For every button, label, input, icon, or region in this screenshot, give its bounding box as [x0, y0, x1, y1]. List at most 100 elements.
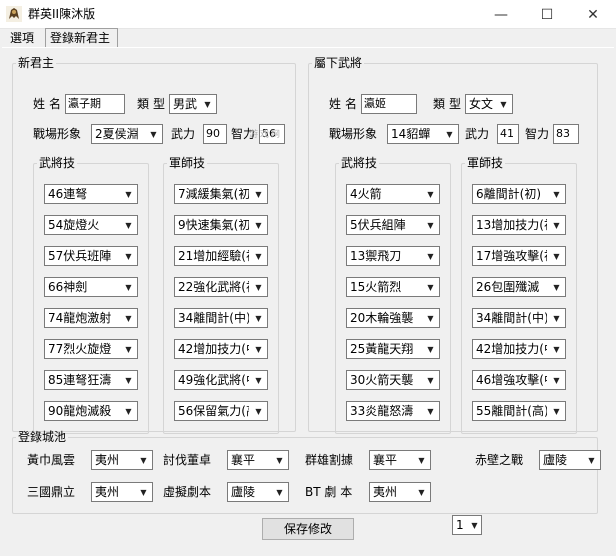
- sub-tactic-skill-select-3[interactable]: 17增強攻擊(初) ▼: [472, 246, 566, 266]
- page-select[interactable]: 1 ▼: [452, 515, 482, 535]
- city-label: BT 劇 本: [305, 485, 353, 499]
- save-button[interactable]: 保存修改: [262, 518, 354, 540]
- sub-martial-skill-select-7[interactable]: 30火箭天襲 ▼: [346, 370, 440, 390]
- city-select-value: 廬陵: [543, 453, 568, 467]
- lord-strength-input[interactable]: 90: [203, 124, 227, 144]
- chevron-down-icon: ▼: [500, 99, 507, 109]
- lord-tactic-skill-select-3[interactable]: 21增加經驗(初) ▼: [174, 246, 268, 266]
- sub-martial-skill-select-5[interactable]: 20木輪強襲 ▼: [346, 308, 440, 328]
- chevron-down-icon: ▼: [125, 189, 132, 199]
- minimize-button[interactable]: —: [478, 0, 524, 29]
- lord-martial-skill-select-4[interactable]: 66神劍 ▼: [44, 277, 138, 297]
- tab-register-lord[interactable]: 登錄新君主: [45, 28, 118, 47]
- sub-image-label: 戰場形象: [329, 127, 378, 141]
- chevron-down-icon: ▼: [427, 344, 434, 354]
- lord-tactic-skill-select-7[interactable]: 49強化武將(中) ▼: [174, 370, 268, 390]
- chevron-down-icon: ▼: [255, 220, 262, 230]
- lord-martial-skill-select-3[interactable]: 57伏兵班陣 ▼: [44, 246, 138, 266]
- page-select-value: 1: [456, 518, 464, 532]
- sub-intellect-input[interactable]: 83: [553, 124, 579, 144]
- sub-tactic-skill-select-7[interactable]: 46增強攻擊(中) ▼: [472, 370, 566, 390]
- sub-martial-skill-select-4-value: 15火箭烈: [350, 280, 402, 294]
- cities-group-title: 登錄城池: [18, 430, 67, 444]
- lord-martial-skill-select-1[interactable]: 46連弩 ▼: [44, 184, 138, 204]
- lord-tactic-skill-select-5[interactable]: 34離間計(中) ▼: [174, 308, 268, 328]
- chevron-down-icon: ▼: [553, 189, 560, 199]
- sub-martial-skill-select-8[interactable]: 33炎龍怒濤 ▼: [346, 401, 440, 421]
- lord-martial-skill-select-2[interactable]: 54旋燈火 ▼: [44, 215, 138, 235]
- lord-tactic-skill-select-6[interactable]: 42增加技力(中) ▼: [174, 339, 268, 359]
- city-select[interactable]: 廬陵 ▼: [227, 482, 289, 502]
- city-select[interactable]: 夷州 ▼: [369, 482, 431, 502]
- chevron-down-icon: ▼: [553, 375, 560, 385]
- chevron-down-icon: ▼: [276, 487, 283, 497]
- subordinate-group-title: 屬下武將: [314, 56, 363, 70]
- lord-martial-skill-select-6[interactable]: 77烈火旋燈 ▼: [44, 339, 138, 359]
- city-select[interactable]: 襄平 ▼: [369, 450, 431, 470]
- cities-group: 登錄城池 黃巾風雲 夷州 ▼ 討伐董卓 襄平 ▼ 群雄割據 襄平 ▼ 赤壁之戰 廬陵 ▼ 三國鼎立 夷州 ▼…: [12, 430, 601, 514]
- chevron-down-icon: ▼: [553, 406, 560, 416]
- sub-tactic-skill-select-4[interactable]: 26包圍殲滅 ▼: [472, 277, 566, 297]
- sub-name-input[interactable]: 瀛姬: [361, 94, 417, 114]
- sub-martial-title: 武將技: [341, 156, 378, 170]
- sub-martial-skill-select-2-value: 5伏兵組陣: [350, 218, 406, 232]
- lord-martial-skill-select-7[interactable]: 85連弩狂濤 ▼: [44, 370, 138, 390]
- sub-tactic-skill-select-2[interactable]: 13增加技力(初) ▼: [472, 215, 566, 235]
- subordinate-group: 屬下武將 姓名 瀛姬 類型 女文 ▼ 戰場形象 14貂蟬 ▼ 武力 41 智力 …: [308, 56, 598, 434]
- sub-type-select[interactable]: 女文 ▼: [465, 94, 513, 114]
- lord-tactic-skill-select-2[interactable]: 9快速集氣(初) ▼: [174, 215, 268, 235]
- sub-image-select[interactable]: 14貂蟬 ▼: [387, 124, 459, 144]
- sub-tactic-skill-select-1[interactable]: 6離間計(初) ▼: [472, 184, 566, 204]
- chevron-down-icon: ▼: [140, 487, 147, 497]
- sub-martial-skill-select-4[interactable]: 15火箭烈 ▼: [346, 277, 440, 297]
- chevron-down-icon: ▼: [125, 220, 132, 230]
- chevron-down-icon: ▼: [553, 282, 560, 292]
- chevron-down-icon: ▼: [125, 375, 132, 385]
- sub-martial-skill-select-5-value: 20木輪強襲: [350, 311, 414, 325]
- lord-image-select[interactable]: 2夏侯淵 ▼: [91, 124, 163, 144]
- chevron-down-icon: ▼: [255, 406, 262, 416]
- sub-type-value: 女文: [469, 97, 494, 111]
- maximize-button[interactable]: ☐: [524, 0, 570, 29]
- city-select-value: 夷州: [373, 485, 398, 499]
- sub-martial-skill-select-1[interactable]: 4火箭 ▼: [346, 184, 440, 204]
- sub-tactic-skill-select-5-value: 34離間計(中): [476, 311, 547, 325]
- sub-tactic-group: 軍師技 6離間計(初)▼13增加技力(初)▼17增強攻擊(初)▼26包圍殲滅▼3…: [461, 156, 577, 434]
- chevron-down-icon: ▼: [427, 282, 434, 292]
- sub-martial-skill-select-1-value: 4火箭: [350, 187, 382, 201]
- chevron-down-icon: ▼: [255, 344, 262, 354]
- city-select[interactable]: 夷州 ▼: [91, 450, 153, 470]
- lord-martial-skill-select-5[interactable]: 74龍炮激射 ▼: [44, 308, 138, 328]
- sub-martial-skill-select-6[interactable]: 25黃龍天翔 ▼: [346, 339, 440, 359]
- lord-type-select[interactable]: 男武 ▼: [169, 94, 217, 114]
- lord-strength-label: 武力: [171, 127, 196, 141]
- sub-strength-input[interactable]: 41: [497, 124, 519, 144]
- city-select[interactable]: 夷州 ▼: [91, 482, 153, 502]
- lord-martial-skill-select-6-value: 77烈火旋燈: [48, 342, 112, 356]
- city-select[interactable]: 襄平 ▼: [227, 450, 289, 470]
- watermark-text: 游戏网: [249, 130, 283, 140]
- lord-tactic-skill-select-8[interactable]: 56保留氣力(高) ▼: [174, 401, 268, 421]
- sub-martial-skill-select-3[interactable]: 13禦飛刀 ▼: [346, 246, 440, 266]
- sub-strength-label: 武力: [465, 127, 490, 141]
- lord-tactic-skill-select-4[interactable]: 22強化武將(初) ▼: [174, 277, 268, 297]
- sub-tactic-skill-select-5[interactable]: 34離間計(中) ▼: [472, 308, 566, 328]
- window-title: 群英II陳沐版: [28, 7, 96, 21]
- chevron-down-icon: ▼: [125, 406, 132, 416]
- lord-tactic-skill-select-6-value: 42增加技力(中): [178, 342, 249, 356]
- lord-martial-skill-select-8[interactable]: 90龍炮滅殺 ▼: [44, 401, 138, 421]
- sub-martial-skill-select-2[interactable]: 5伏兵組陣 ▼: [346, 215, 440, 235]
- sub-tactic-skill-select-6[interactable]: 42增加技力(中) ▼: [472, 339, 566, 359]
- city-select[interactable]: 廬陵 ▼: [539, 450, 601, 470]
- chevron-down-icon: ▼: [418, 455, 425, 465]
- new-lord-group-title: 新君主: [18, 56, 55, 70]
- chevron-down-icon: ▼: [125, 282, 132, 292]
- city-select-value: 襄平: [373, 453, 398, 467]
- chevron-down-icon: ▼: [553, 251, 560, 261]
- menu-options[interactable]: 選項: [10, 30, 34, 46]
- close-button[interactable]: ✕: [570, 0, 616, 29]
- lord-name-input[interactable]: 瀛子期: [65, 94, 125, 114]
- sub-tactic-skill-select-8[interactable]: 55離間計(高) ▼: [472, 401, 566, 421]
- lord-tactic-skill-select-1[interactable]: 7減緩集氣(初) ▼: [174, 184, 268, 204]
- lord-martial-skill-select-4-value: 66神劍: [48, 280, 88, 294]
